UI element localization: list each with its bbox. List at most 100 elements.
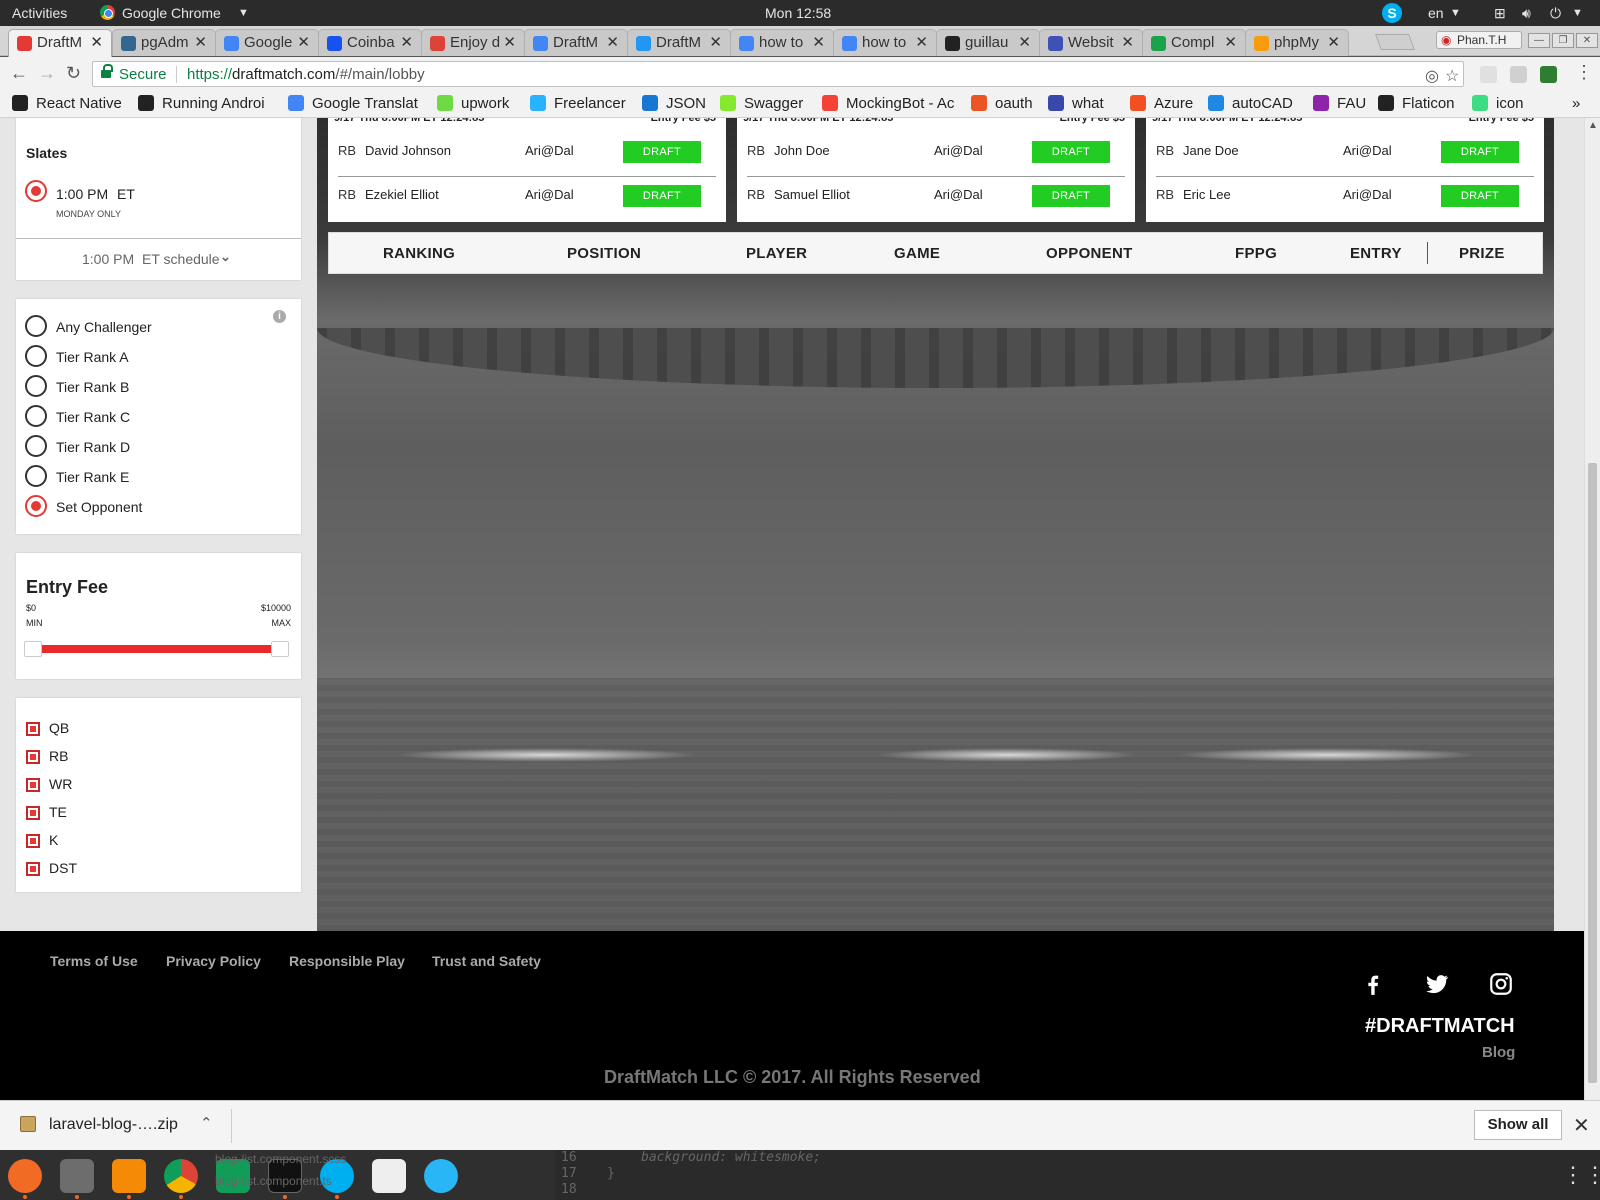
challenger-label[interactable]: Tier Rank D [56,439,130,455]
browser-tab[interactable]: guillau ✕ [936,29,1040,56]
browser-tab[interactable]: DraftM ✕ [8,29,112,57]
address-bar[interactable]: Secure https://draftmatch.com/#/main/lob… [92,61,1464,87]
facebook-icon[interactable] [1360,971,1386,997]
bookmark-item[interactable]: JSON [642,95,706,112]
slate-radio[interactable] [25,180,47,202]
browser-tab[interactable]: Enjoy d ✕ [421,29,525,56]
browser-tab[interactable]: pgAdm ✕ [112,29,216,56]
challenger-label[interactable]: Tier Rank A [56,349,129,365]
col-ranking[interactable]: RANKING [383,245,455,262]
challenger-label[interactable]: Tier Rank B [56,379,129,395]
settings-app-icon[interactable] [424,1159,458,1193]
bookmark-item[interactable]: Azure [1130,95,1193,112]
bookmark-item[interactable]: Flaticon [1378,95,1455,112]
skype-tray-icon[interactable]: S [1382,3,1402,23]
app-grid-icon[interactable]: ⋮⋮ [1562,1162,1600,1188]
position-checkbox[interactable] [26,806,40,820]
col-opponent[interactable]: OPPONENT [1046,245,1133,262]
volume-icon[interactable]: 🔊︎ [1522,5,1531,22]
challenger-radio[interactable] [25,495,47,517]
browser-tab[interactable]: Websit ✕ [1039,29,1143,56]
bookmark-item[interactable]: icon [1472,95,1524,112]
browser-tab[interactable]: how to ✕ [833,29,937,56]
slider-max-handle[interactable] [271,641,289,657]
close-icon[interactable]: ✕ [1573,1113,1590,1138]
browser-tab[interactable]: DraftM ✕ [524,29,628,56]
reload-icon[interactable]: ↻ [66,63,81,84]
bookmark-item[interactable]: React Native [12,95,122,112]
close-tab-icon[interactable]: ✕ [194,33,207,51]
close-tab-icon[interactable]: ✕ [400,33,413,51]
close-tab-icon[interactable]: ✕ [1121,33,1134,51]
challenger-radio[interactable] [25,435,47,457]
col-entry[interactable]: ENTRY [1350,245,1402,262]
privacy-link[interactable]: Privacy Policy [166,953,261,969]
text-editor-icon[interactable] [372,1159,406,1193]
close-tab-icon[interactable]: ✕ [915,33,928,51]
instagram-icon[interactable] [1488,971,1514,997]
responsible-play-link[interactable]: Responsible Play [289,953,405,969]
position-checkbox[interactable] [26,750,40,764]
position-checkbox[interactable] [26,722,40,736]
challenger-label[interactable]: Any Challenger [56,319,152,335]
slider-min-handle[interactable] [24,641,42,657]
challenger-label[interactable]: Tier Rank E [56,469,129,485]
show-all-button[interactable]: Show all [1474,1110,1562,1140]
challenger-radio[interactable] [25,405,47,427]
close-tab-icon[interactable]: ✕ [812,33,825,51]
position-checkbox[interactable] [26,778,40,792]
close-tab-icon[interactable]: ✕ [1327,33,1340,51]
draft-button[interactable]: DRAFT [623,141,701,163]
chevron-down-icon[interactable]: ⌄ [220,249,231,265]
twitter-icon[interactable] [1424,971,1450,997]
extension-icon[interactable] [1510,66,1527,83]
menu-icon[interactable]: ⋮ [1575,62,1593,83]
col-game[interactable]: GAME [894,245,940,262]
schedule-dropdown[interactable]: ET schedule [142,251,220,267]
col-position[interactable]: POSITION [567,245,641,262]
browser-tab[interactable]: how to ✕ [730,29,834,56]
extension-icon[interactable] [1480,66,1497,83]
clock[interactable]: Mon 12:58 [765,5,831,21]
page-scrollbar[interactable]: ▲ [1584,118,1600,1100]
close-tab-icon[interactable]: ✕ [1224,33,1237,51]
position-label[interactable]: RB [49,748,68,764]
blog-link[interactable]: Blog [1482,1044,1515,1061]
bookmark-item[interactable]: FAU [1313,95,1366,112]
chevron-up-icon[interactable]: ⌃ [200,1114,213,1132]
browser-tab[interactable]: Google ✕ [215,29,319,56]
browser-tab[interactable]: Coinba ✕ [318,29,422,56]
new-tab-button[interactable] [1375,34,1415,50]
maximize-button[interactable]: ❐ [1552,33,1574,48]
close-tab-icon[interactable]: ✕ [1018,33,1031,51]
close-tab-icon[interactable]: ✕ [503,33,516,51]
info-icon[interactable]: i [273,310,286,323]
activities-button[interactable]: Activities [12,5,67,21]
bookmark-item[interactable]: what [1048,95,1104,112]
download-item[interactable]: laravel-blog-….zip [49,1116,178,1134]
bookmark-item[interactable]: oauth [971,95,1033,112]
browser-tab[interactable]: Compl ✕ [1142,29,1246,56]
forward-icon[interactable]: → [38,63,56,84]
position-checkbox[interactable] [26,834,40,848]
scroll-up-icon[interactable]: ▲ [1588,120,1598,131]
draft-button[interactable]: DRAFT [1441,185,1519,207]
app-menu[interactable]: Google Chrome [122,5,221,21]
challenger-radio[interactable] [25,315,47,337]
slate-time[interactable]: 1:00 PM [56,186,108,202]
draft-button[interactable]: DRAFT [1032,185,1110,207]
bookmark-item[interactable]: Google Translat [288,95,418,112]
more-bookmarks-icon[interactable]: » [1572,95,1580,112]
network-icon[interactable]: ⊞ [1494,5,1506,22]
position-checkbox[interactable] [26,862,40,876]
schedule-time[interactable]: 1:00 PM [82,251,134,267]
draft-button[interactable]: DRAFT [1032,141,1110,163]
position-label[interactable]: TE [49,804,67,820]
bookmark-item[interactable]: Freelancer [530,95,626,112]
language-indicator[interactable]: en [1428,5,1444,21]
close-window-button[interactable]: ✕ [1576,33,1598,48]
bookmark-item[interactable]: Running Androi [138,95,265,112]
position-label[interactable]: WR [49,776,72,792]
bookmark-item[interactable]: MockingBot - Ac [822,95,954,112]
close-tab-icon[interactable]: ✕ [90,33,103,51]
